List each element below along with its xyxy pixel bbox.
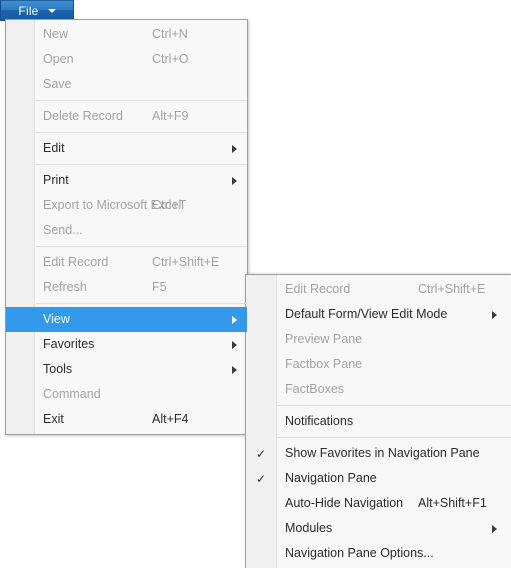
submenu-arrow-icon: [492, 524, 497, 533]
menu-item-label: Navigation Pane Options...: [285, 546, 434, 560]
menu-item-shortcut: Ctrl+N: [152, 27, 188, 41]
menu-item-label: Print: [43, 173, 69, 187]
menu-item-label: Edit Record: [285, 282, 351, 296]
file-menu-item-print[interactable]: Print: [6, 168, 247, 193]
submenu-arrow-icon: [232, 144, 237, 153]
submenu-arrow-icon: [232, 365, 237, 374]
file-dropdown-menu: New Ctrl+N Open Ctrl+O Save Delete Record Alt+…: [5, 19, 248, 435]
menu-item-label: FactBoxes: [285, 382, 345, 396]
file-menu-item-new: New Ctrl+N: [6, 22, 247, 47]
menu-item-label: Favorites: [43, 337, 95, 351]
menu-item-label: Exit: [43, 412, 64, 426]
menu-separator: [276, 405, 511, 406]
menu-item-shortcut: Ctrl+O: [152, 52, 189, 66]
menu-item-label: Command: [43, 387, 101, 401]
chevron-down-icon: [47, 8, 56, 13]
file-menu-item-exit[interactable]: Exit Alt+F4: [6, 407, 247, 432]
file-menu-item-send: Send...: [6, 218, 247, 243]
view-submenu-item-factbox-pane: Factbox Pane: [246, 352, 511, 377]
menu-item-label: Delete Record: [43, 109, 123, 123]
menu-item-label: Factbox Pane: [285, 357, 363, 371]
menu-item-shortcut: Ctrl+T: [152, 198, 187, 212]
menu-separator: [36, 100, 247, 101]
submenu-arrow-icon: [232, 340, 237, 349]
menu-item-label: Preview Pane: [285, 332, 363, 346]
menu-separator: [36, 164, 247, 165]
file-menu-item-favorites[interactable]: Favorites: [6, 332, 247, 357]
view-submenu: Edit Record Ctrl+Shift+E Default Form/View…: [245, 274, 511, 568]
menu-item-label: Modules: [285, 521, 333, 535]
file-menu-items: New Ctrl+N Open Ctrl+O Save Delete Record Alt+…: [6, 20, 247, 434]
menu-item-label: Show Favorites in Navigation Pane: [285, 446, 480, 460]
file-menu-item-view[interactable]: View: [6, 307, 247, 332]
menu-separator: [36, 303, 247, 304]
file-menu-item-export-to-microsoft-excel: Export to Microsoft Excel Ctrl+T: [6, 193, 247, 218]
view-submenu-item-auto-hide-navigation[interactable]: Auto-Hide Navigation Alt+Shift+F1: [246, 491, 511, 516]
view-submenu-item-notifications[interactable]: Notifications: [246, 409, 511, 434]
view-submenu-item-navigation-pane[interactable]: ✓ Navigation Pane: [246, 466, 511, 491]
submenu-arrow-icon: [232, 176, 237, 185]
submenu-arrow-icon: [492, 310, 497, 319]
menu-item-label: Auto-Hide Navigation: [285, 496, 404, 510]
menu-item-shortcut: Alt+F4: [152, 412, 189, 426]
file-menu-button[interactable]: File: [0, 0, 74, 21]
menu-item-label: Refresh: [43, 280, 87, 294]
file-menu-item-edit-record: Edit Record Ctrl+Shift+E: [6, 250, 247, 275]
menu-item-shortcut: Alt+F9: [152, 109, 189, 123]
menu-separator: [36, 132, 247, 133]
view-submenu-item-factboxes: FactBoxes: [246, 377, 511, 402]
check-icon: ✓: [255, 471, 267, 486]
check-icon: ✓: [255, 446, 267, 461]
view-submenu-item-modules[interactable]: Modules: [246, 516, 511, 541]
file-menu-item-open: Open Ctrl+O: [6, 47, 247, 72]
file-menu-item-tools[interactable]: Tools: [6, 357, 247, 382]
submenu-arrow-icon: [232, 315, 237, 324]
menu-separator: [36, 246, 247, 247]
menu-item-label: Open: [43, 52, 74, 66]
menu-item-shortcut: Ctrl+Shift+E: [418, 282, 486, 296]
menu-separator: [276, 437, 511, 438]
menu-item-label: Tools: [43, 362, 73, 376]
view-submenu-item-default-form-view-edit-mode[interactable]: Default Form/View Edit Mode: [246, 302, 511, 327]
menu-item-label: Notifications: [285, 414, 354, 428]
menu-item-label: Save: [43, 77, 72, 91]
menu-item-shortcut: Alt+Shift+F1: [418, 496, 487, 510]
menu-item-label: Navigation Pane: [285, 471, 377, 485]
file-menu-item-save: Save: [6, 72, 247, 97]
file-menu-item-refresh: Refresh F5: [6, 275, 247, 300]
view-submenu-item-show-favorites-in-navigation-pane[interactable]: ✓ Show Favorites in Navigation Pane: [246, 441, 511, 466]
menu-item-label: View: [43, 312, 70, 326]
file-menu-item-edit[interactable]: Edit: [6, 136, 247, 161]
menu-item-label: New: [43, 27, 69, 41]
view-submenu-item-edit-record: Edit Record Ctrl+Shift+E: [246, 277, 511, 302]
file-menu-item-command: Command: [6, 382, 247, 407]
view-submenu-items: Edit Record Ctrl+Shift+E Default Form/View…: [246, 275, 511, 568]
menu-item-shortcut: F5: [152, 280, 167, 294]
menu-item-label: Edit: [43, 141, 65, 155]
view-submenu-item-navigation-pane-options[interactable]: Navigation Pane Options...: [246, 541, 511, 566]
menu-item-label: Default Form/View Edit Mode: [285, 307, 448, 321]
view-submenu-item-preview-pane: Preview Pane: [246, 327, 511, 352]
file-button-label: File: [18, 3, 39, 18]
menu-item-label: Edit Record: [43, 255, 109, 269]
file-menu-item-delete-record: Delete Record Alt+F9: [6, 104, 247, 129]
menu-item-shortcut: Ctrl+Shift+E: [152, 255, 220, 269]
ribbon-bar: File: [0, 0, 511, 21]
menu-item-label: Send...: [43, 223, 83, 237]
